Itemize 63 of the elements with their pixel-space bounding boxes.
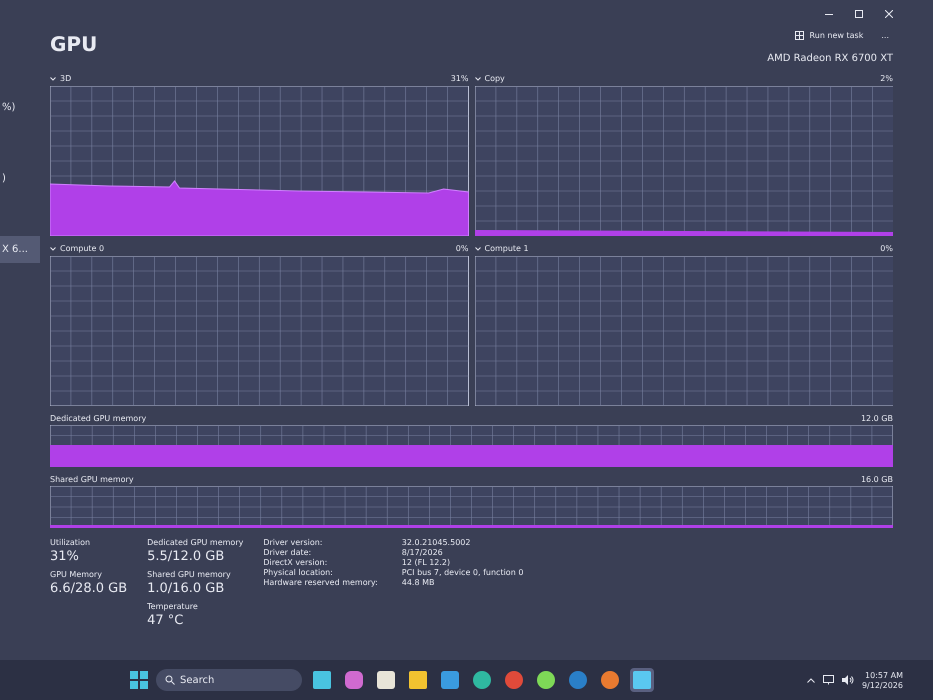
engine-label[interactable]: 3D (60, 74, 72, 83)
maximize-icon[interactable] (855, 10, 863, 18)
stat-value: 5.5/12.0 GB (147, 549, 226, 564)
engine-reading: 0% (880, 244, 893, 253)
chevron-icon (474, 246, 480, 250)
engine-reading: 2% (880, 74, 893, 83)
taskbar-app[interactable] (406, 668, 430, 692)
clock-date[interactable]: 9/12/2026 (862, 680, 903, 690)
stat-label: GPU Memory (50, 570, 103, 579)
memory-max: 16.0 GB (860, 475, 893, 484)
detail-label: Driver version: (263, 538, 324, 547)
run-new-task-button[interactable]: Run new task (790, 28, 868, 43)
detail-label: Hardware reserved memory: (263, 578, 378, 587)
detail-value: 12 (FL 12.2) (402, 558, 452, 567)
stat-label: Shared GPU memory (147, 570, 232, 579)
chevron-icon (474, 76, 480, 80)
chevron-icon (50, 246, 56, 250)
volume-icon[interactable] (842, 675, 854, 685)
stat-label: Utilization (50, 538, 92, 547)
detail-value: 32.0.21045.5002 (402, 538, 472, 547)
more-button[interactable]: ... (877, 28, 893, 43)
detail-value: PCI bus 7, device 0, function 0 (402, 568, 524, 577)
engine-reading: 31% (450, 74, 468, 83)
taskbar-app[interactable] (438, 668, 462, 692)
engine-reading: 0% (456, 244, 468, 253)
chevron-up-icon[interactable] (806, 678, 815, 682)
sidebar-item[interactable]: ) (0, 165, 40, 192)
sidebar-item[interactable]: X 6... (0, 236, 40, 263)
memory-label: Shared GPU memory (50, 475, 134, 484)
taskbar-app[interactable] (310, 668, 334, 692)
stat-value: 31% (50, 549, 80, 564)
detail-label: Driver date: (263, 548, 312, 557)
detail-label: DirectX version: (263, 558, 328, 567)
stat-label: Temperature (147, 602, 199, 611)
taskbar-app[interactable] (342, 668, 366, 692)
chevron-icon (50, 76, 56, 80)
windows-start-icon[interactable] (130, 671, 148, 689)
network-icon[interactable] (822, 675, 834, 685)
detail-value: 8/17/2026 (402, 548, 444, 557)
search-icon (165, 675, 175, 685)
memory-label: Dedicated GPU memory (50, 414, 146, 423)
detail-label: Physical location: (263, 568, 334, 577)
adapter-name: AMD Radeon RX 6700 XT (767, 53, 893, 64)
search-field[interactable]: Search (156, 669, 302, 691)
engine-label[interactable]: Compute 1 (484, 244, 529, 253)
taskbar-app[interactable] (630, 668, 654, 692)
taskbar-app[interactable] (374, 668, 398, 692)
taskbar-app[interactable] (470, 668, 494, 692)
stat-value: 47 °C (147, 613, 184, 628)
sidebar-item[interactable]: %) (0, 94, 40, 121)
stat-label: Dedicated GPU memory (147, 538, 244, 547)
stat-value: 6.6/28.0 GB (50, 581, 128, 596)
clock-time[interactable]: 10:57 AM (865, 670, 903, 680)
engine-label[interactable]: Compute 0 (60, 244, 104, 253)
taskbar-app[interactable] (534, 668, 558, 692)
close-icon[interactable] (885, 10, 893, 18)
taskbar-app[interactable] (598, 668, 622, 692)
detail-value: 44.8 MB (402, 578, 436, 587)
memory-max: 12.0 GB (860, 414, 893, 423)
stat-value: 1.0/16.0 GB (147, 581, 226, 596)
page-title: GPU (50, 31, 98, 56)
task-icon (794, 31, 804, 40)
engine-label[interactable]: Copy (484, 74, 505, 83)
